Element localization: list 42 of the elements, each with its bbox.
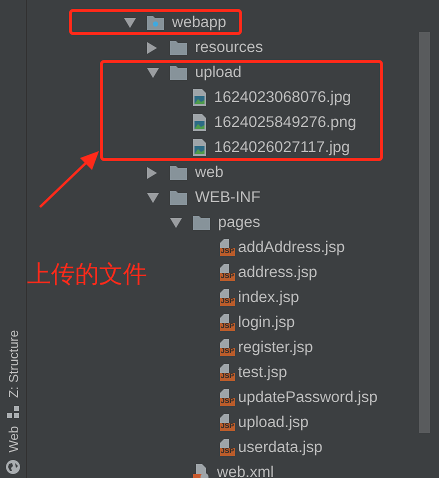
tree-item[interactable]: login.jsp — [238, 314, 295, 332]
tree-item[interactable]: 1624025849276.png — [214, 114, 356, 132]
annotation-arrow — [39, 150, 101, 208]
expand-arrow-icon[interactable] — [147, 68, 159, 78]
tree-item[interactable]: webapp — [172, 14, 226, 32]
image-file-icon — [193, 139, 206, 156]
structure-icon — [7, 406, 19, 418]
tree-item[interactable]: 1624023068076.jpg — [214, 88, 352, 106]
xml-file-icon — [193, 464, 209, 478]
tool-window-tab[interactable]: Z: Structure — [6, 330, 20, 398]
folder-icon — [170, 66, 187, 80]
collapse-arrow-icon[interactable] — [147, 42, 157, 54]
tree-item[interactable]: web — [195, 164, 224, 182]
collapse-arrow-icon[interactable] — [147, 166, 157, 178]
folder-icon — [170, 190, 187, 204]
scrollbar-thumb[interactable] — [419, 32, 430, 433]
tree-item[interactable]: WEB-INF — [195, 188, 260, 206]
tree-item[interactable]: web.xml — [217, 464, 274, 478]
expand-arrow-icon[interactable] — [147, 192, 159, 202]
annotation-text: 上传的文件 — [27, 259, 147, 290]
folder-icon — [170, 166, 187, 180]
tree-item[interactable]: upload — [195, 64, 242, 82]
expand-arrow-icon[interactable] — [170, 218, 182, 228]
folder-icon — [170, 40, 187, 54]
tree-item[interactable]: resources — [195, 38, 264, 56]
tree-item[interactable]: userdata.jsp — [238, 438, 322, 456]
web-folder-icon — [147, 16, 164, 30]
globe-icon — [6, 460, 20, 474]
expand-arrow-icon[interactable] — [124, 18, 136, 28]
tree-item[interactable]: updatePassword.jsp — [238, 388, 378, 406]
image-file-icon — [193, 89, 206, 106]
folder-icon — [193, 216, 210, 230]
tree-item[interactable]: address.jsp — [238, 264, 318, 282]
tree-item[interactable]: index.jsp — [238, 288, 300, 306]
tree-item[interactable]: 1624026027117.jpg — [214, 138, 350, 156]
image-file-icon — [193, 114, 206, 131]
tree-item[interactable]: addAddress.jsp — [238, 238, 345, 256]
tree-item[interactable]: pages — [218, 214, 260, 232]
tree-item[interactable]: upload.jsp — [238, 414, 309, 432]
tree-item[interactable]: register.jsp — [238, 338, 313, 356]
tree-item[interactable]: test.jsp — [238, 364, 288, 382]
tool-window-tab[interactable]: Web — [6, 426, 20, 452]
